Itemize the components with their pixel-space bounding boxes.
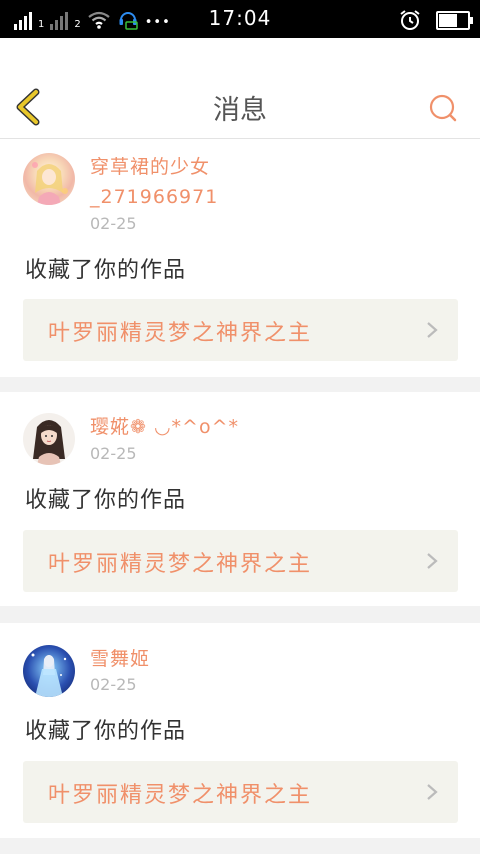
app-header: 消息 xyxy=(0,38,480,139)
message-date: 02-25 xyxy=(90,675,137,694)
work-link[interactable]: 叶罗丽精灵梦之神界之主 xyxy=(23,299,458,361)
search-icon[interactable] xyxy=(428,93,458,123)
work-title: 叶罗丽精灵梦之神界之主 xyxy=(48,321,313,346)
message-action: 收藏了你的作品 xyxy=(25,258,187,283)
message-action: 收藏了你的作品 xyxy=(25,719,187,744)
user-name-continued[interactable]: _271966971 xyxy=(90,182,218,212)
message-date: 02-25 xyxy=(90,444,137,463)
work-link[interactable]: 叶罗丽精灵梦之神界之主 xyxy=(23,530,458,592)
chevron-right-icon xyxy=(427,322,438,338)
user-name[interactable]: 雪舞姬 xyxy=(90,644,150,674)
chevron-right-icon xyxy=(427,553,438,569)
work-link[interactable]: 叶罗丽精灵梦之神界之主 xyxy=(23,761,458,823)
avatar[interactable] xyxy=(23,645,75,697)
status-bar: 1 2 ••• 17:04 xyxy=(0,0,480,38)
message-date: 02-25 xyxy=(90,214,137,233)
work-title: 叶罗丽精灵梦之神界之主 xyxy=(48,552,313,577)
work-title: 叶罗丽精灵梦之神界之主 xyxy=(48,783,313,808)
avatar[interactable] xyxy=(23,413,75,465)
alarm-icon xyxy=(400,10,420,30)
message-card: 雪舞姬 02-25 收藏了你的作品 叶罗丽精灵梦之神界之主 xyxy=(0,623,480,838)
avatar[interactable] xyxy=(23,153,75,205)
user-name[interactable]: 穿草裙的少女 xyxy=(90,152,210,182)
chevron-right-icon xyxy=(427,784,438,800)
message-card: 穿草裙的少女 _271966971 02-25 收藏了你的作品 叶罗丽精灵梦之神… xyxy=(0,139,480,377)
user-name[interactable]: 璎婲❁ ◡*^o^* xyxy=(90,412,239,442)
battery-icon xyxy=(436,10,473,30)
status-right xyxy=(398,8,473,32)
page-title: 消息 xyxy=(213,95,267,126)
message-card: 璎婲❁ ◡*^o^* 02-25 收藏了你的作品 叶罗丽精灵梦之神界之主 xyxy=(0,392,480,606)
message-action: 收藏了你的作品 xyxy=(25,488,187,513)
